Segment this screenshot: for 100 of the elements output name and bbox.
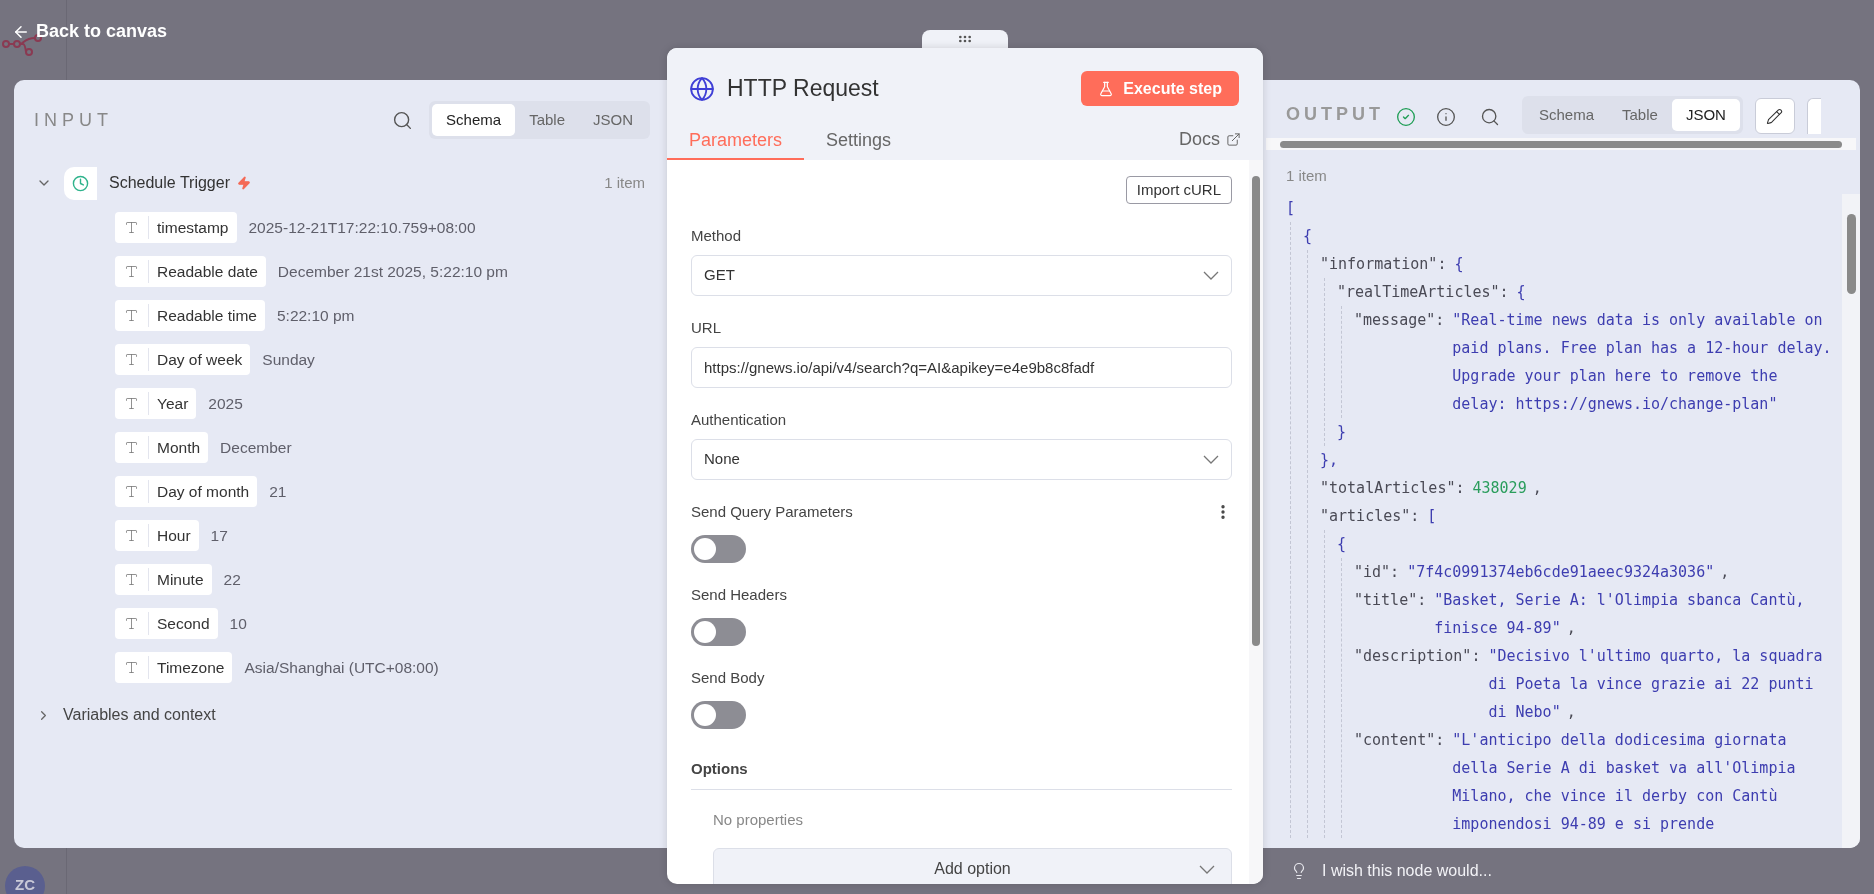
feedback-prompt[interactable]: I wish this node would... [1322, 859, 1492, 883]
field-chip[interactable]: Second [115, 608, 218, 639]
field-label: Send Query Parameters [691, 501, 853, 522]
json-key: "title": [1354, 586, 1427, 614]
json-key: "information": [1320, 252, 1447, 276]
info-icon[interactable] [1436, 107, 1456, 127]
text-type-icon [124, 572, 139, 587]
horizontal-scrollbar[interactable] [1266, 138, 1856, 150]
field-chip[interactable]: Year [115, 388, 197, 419]
section-toggle[interactable]: Variables and context [63, 703, 216, 727]
import-curl-button[interactable]: Import cURL [1125, 176, 1232, 204]
json-key: "description": [1354, 642, 1481, 670]
json-key: "id": [1354, 558, 1400, 586]
json-comma: , [1566, 701, 1576, 723]
search-icon[interactable] [392, 109, 414, 131]
empty-state-text: No properties [713, 811, 804, 828]
toggle-switch[interactable] [691, 701, 746, 729]
json-value: 438029 [1472, 477, 1527, 499]
node-name: Schedule Trigger [109, 173, 230, 193]
json-value: paid plans. Free plan has a 12-hour delay. [1452, 337, 1832, 359]
text-type-icon [124, 308, 139, 323]
json-value: imponendosi 94-89 e si prende [1452, 813, 1715, 835]
back-to-canvas-button[interactable]: Back to canvas [12, 18, 168, 45]
field-value: 2025 [208, 393, 243, 414]
field-chip[interactable]: Timezone [115, 652, 233, 683]
json-bracket: }, [1320, 449, 1339, 471]
section-heading: Options [691, 760, 748, 777]
text-type-icon [124, 528, 139, 543]
json-bracket: [ [1286, 197, 1296, 219]
json-value: della Serie A di basket va all'Olimpia [1452, 757, 1796, 779]
vertical-scrollbar[interactable] [1249, 160, 1263, 884]
toggle-switch[interactable] [691, 618, 746, 646]
docs-link[interactable]: Docs [1179, 122, 1241, 160]
json-bracket: { [1516, 281, 1526, 303]
lightning-icon [236, 176, 251, 190]
json-comma: , [1720, 561, 1730, 583]
json-comma: , [1566, 617, 1576, 639]
field-value: December [220, 437, 292, 458]
view-tab[interactable]: JSON [579, 104, 647, 136]
json-value: "7f4c0991374eb6cde91aeec9324a3036" [1407, 561, 1715, 583]
text-type-icon [124, 440, 139, 455]
field-value: 2025-12-21T17:22:10.759+08:00 [248, 217, 476, 238]
url-input[interactable]: https://gnews.io/api/v4/search?q=AI&apikey=e4e9b8c8fadf [691, 347, 1232, 388]
text-type-icon [124, 484, 139, 499]
add-option-dropdown[interactable]: Add option [713, 848, 1232, 884]
text-type-icon [124, 616, 139, 631]
panel-tab[interactable]: Settings [804, 122, 914, 160]
search-icon[interactable] [1480, 107, 1500, 127]
field-label: Send Body [691, 667, 765, 688]
text-type-icon [124, 396, 139, 411]
field-chip[interactable]: Readable time [115, 300, 265, 331]
pencil-icon [1766, 107, 1784, 125]
toggle-switch[interactable] [691, 535, 746, 563]
select-field[interactable]: GET [691, 255, 1232, 296]
panel-title: OUTPUT [1286, 103, 1384, 126]
json-value: "Basket, Serie A: l'Olimpia sbanca Cantù, [1434, 589, 1805, 611]
field-value: 10 [229, 613, 247, 634]
item-count: 1 item [1286, 167, 1327, 184]
json-bracket: { [1454, 253, 1464, 275]
text-type-icon [124, 264, 139, 279]
json-value: "Decisivo l'ultimo quarto, la squadra [1488, 645, 1823, 667]
user-avatar[interactable]: ZC [5, 866, 45, 894]
vertical-scrollbar[interactable] [1842, 194, 1860, 848]
json-key: "realTimeArticles": [1337, 280, 1509, 304]
panel-title: INPUT [34, 108, 113, 132]
view-tab[interactable]: Schema [1525, 99, 1609, 131]
json-value: "Real-time news data is only available on [1452, 309, 1823, 331]
view-tab[interactable]: JSON [1671, 99, 1740, 131]
text-type-icon [124, 220, 139, 235]
view-tab[interactable]: Schema [432, 104, 516, 136]
field-chip[interactable]: Minute [115, 564, 212, 595]
json-bracket: [ [1427, 505, 1437, 527]
field-value: 22 [223, 569, 241, 590]
field-value: 21 [269, 481, 287, 502]
view-tab[interactable]: Table [515, 104, 579, 136]
text-type-icon [124, 352, 139, 367]
text-type-icon [124, 660, 139, 675]
chevron-down-icon [1199, 864, 1215, 874]
field-chip[interactable]: Month [115, 432, 209, 463]
field-value: 17 [210, 525, 228, 546]
json-key: "articles": [1320, 504, 1420, 528]
field-chip[interactable]: Day of month [115, 476, 258, 507]
field-chip[interactable]: Readable date [115, 256, 266, 287]
json-value: Upgrade your plan here to remove the [1452, 365, 1778, 387]
json-value: di Nebo" [1488, 701, 1561, 723]
field-chip[interactable]: timestamp [115, 212, 237, 243]
flask-icon [1098, 80, 1115, 97]
json-value: delay: https://gnews.io/change-plan" [1452, 393, 1778, 415]
json-value: "L'anticipo della dodicesima giornata [1452, 729, 1787, 751]
json-key: "content": [1354, 726, 1445, 754]
json-value: Milano, che vince il derby con Cantù [1452, 785, 1778, 807]
json-bracket: } [1337, 421, 1347, 443]
field-chip[interactable]: Day of week [115, 344, 251, 375]
drag-handle[interactable] [922, 30, 1008, 48]
view-tab[interactable]: Table [1608, 99, 1672, 131]
select-field[interactable]: None [691, 439, 1232, 480]
edit-button[interactable] [1754, 98, 1795, 134]
chevron-down-icon [1203, 455, 1219, 464]
field-value: Asia/Shanghai (UTC+08:00) [244, 657, 439, 678]
field-chip[interactable]: Hour [115, 520, 199, 551]
